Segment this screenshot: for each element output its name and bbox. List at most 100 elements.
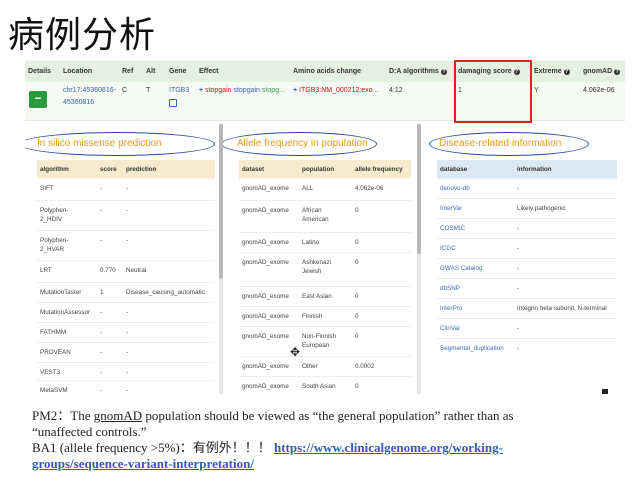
allele-header: dataset population allele frequency xyxy=(239,160,411,178)
move-cursor-icon: ✥ xyxy=(290,345,301,359)
table-row: GWAS Catalog - xyxy=(437,258,617,278)
cell: - xyxy=(126,309,129,316)
db-link[interactable]: Segmental_duplication xyxy=(440,344,504,353)
collapse-button[interactable]: − xyxy=(29,91,47,108)
cell: - xyxy=(126,329,129,336)
cell: Finnish xyxy=(302,313,323,320)
table-row: PROVEAN - - xyxy=(37,342,215,362)
note-text: PM2：The xyxy=(32,408,94,423)
cell: - xyxy=(126,369,129,376)
th-dataset: dataset xyxy=(242,166,265,173)
table-row: ICGC - xyxy=(437,238,617,258)
table-row: MutationAssessor - - xyxy=(37,302,215,322)
external-link-icon[interactable] xyxy=(169,99,177,107)
table-row: SIFT - - xyxy=(37,178,215,200)
cell: 0 xyxy=(355,239,359,246)
cell: FATHMM xyxy=(40,329,67,336)
col-da-label: D:A algorithms xyxy=(389,68,439,75)
cell: Latino xyxy=(302,239,320,246)
expand-plus-icon[interactable]: + xyxy=(293,87,297,94)
location-link-2[interactable]: 45360816 xyxy=(63,99,94,106)
table-row: denovo-db - xyxy=(437,178,617,198)
note-link-cont: groups/sequence-variant-interpretation/ xyxy=(32,456,622,472)
alt-value: T xyxy=(146,87,151,94)
th-allele-frequency: allele frequency xyxy=(355,166,403,173)
extreme-value: Y xyxy=(534,87,539,94)
table-row: gnomAD_exome ALL 4.062e-06 xyxy=(239,178,411,200)
col-details: Details xyxy=(28,68,51,75)
table-row: InterVar Likely pathogenic xyxy=(437,198,617,218)
cell: - xyxy=(100,185,103,192)
cell: - xyxy=(126,185,129,192)
cell: - xyxy=(100,309,103,316)
cell: gnomAD_exome xyxy=(242,185,289,192)
cell: East Asian xyxy=(302,293,332,300)
db-link[interactable]: InterPro xyxy=(440,304,462,313)
variant-row: − chr17:45360816- 45360816 C T ITGB3 + s… xyxy=(25,82,625,121)
th-information: information xyxy=(517,166,552,173)
cell: - xyxy=(517,325,520,332)
table-row: Segmental_duplication - xyxy=(437,338,617,360)
cell: Polyphen- 2_HDIV xyxy=(40,207,69,223)
allele-table: dataset population allele frequency gnom… xyxy=(239,160,411,398)
insilico-scroll-thumb[interactable] xyxy=(219,124,223,279)
table-row: FATHMM - - xyxy=(37,322,215,342)
table-row: gnomAD_exome East Asian 0 xyxy=(239,286,411,306)
th-score: score xyxy=(100,166,117,173)
cell: 0 xyxy=(355,293,359,300)
amino-text: ITGB3:NM_000212:exo... xyxy=(299,87,379,94)
note-pm2: PM2：The gnomAD population should be view… xyxy=(32,408,622,424)
expand-plus-icon[interactable]: + xyxy=(199,87,203,94)
cell: 0 xyxy=(355,313,359,320)
table-row: VEST3 - - xyxy=(37,362,215,380)
gene-link[interactable]: ITGB3 xyxy=(169,87,189,94)
insilico-table: algorithm score prediction SIFT - - Poly… xyxy=(37,160,215,398)
info-icon[interactable]: ? xyxy=(614,69,621,75)
cell: South Asian xyxy=(302,383,336,390)
col-extreme-label: Extreme xyxy=(534,68,562,75)
info-icon[interactable]: ? xyxy=(563,69,570,75)
cell: 0.0002 xyxy=(355,363,375,370)
cell: 0 xyxy=(355,259,359,266)
cell: - xyxy=(126,349,129,356)
variant-panel: Details Location Ref Alt Gene Effect Ami… xyxy=(25,58,625,398)
cell: gnomAD_exome xyxy=(242,207,289,214)
col-alt: Alt xyxy=(146,68,156,75)
cell: - xyxy=(517,185,520,192)
insilico-header: algorithm score prediction xyxy=(37,160,215,178)
location-link[interactable]: chr17:45360816- xyxy=(63,87,116,94)
db-link[interactable]: COSMIC xyxy=(440,224,465,233)
col-gnomad-label: gnomAD xyxy=(583,68,613,75)
cell: 0 xyxy=(355,383,359,390)
cell: - xyxy=(126,387,129,394)
table-row: gnomAD_exome Non-Finnish European 0 xyxy=(239,326,411,356)
cell: ALL xyxy=(302,185,314,192)
cell: PROVEAN xyxy=(40,349,71,356)
cell: MetaSVM xyxy=(40,387,68,394)
table-row: COSMIC - xyxy=(437,218,617,238)
effect-text-2: stopgain xyxy=(233,87,260,94)
cell: - xyxy=(517,245,520,252)
allele-scroll-thumb[interactable] xyxy=(417,124,421,254)
cell: 4.062e-06 xyxy=(355,185,384,192)
cell: gnomAD_exome xyxy=(242,383,289,390)
db-link[interactable]: ClinVar xyxy=(440,324,460,333)
cell: - xyxy=(100,369,103,376)
cell: Integrin beta subunit, N-terminal xyxy=(517,305,607,312)
col-da: D:A algorithms ? xyxy=(389,68,447,75)
info-icon[interactable]: ? xyxy=(440,69,447,75)
table-row: Polyphen- 2_HVAR - - xyxy=(37,230,215,260)
disease-label: Disease-related information xyxy=(439,138,562,149)
col-gnomad: gnomAD ? xyxy=(583,68,621,75)
db-link[interactable]: denovo-db xyxy=(440,184,470,193)
disease-table: database information denovo-db - InterVa… xyxy=(437,160,617,360)
table-row: gnomAD_exome Ashkenazi Jewish 0 xyxy=(239,252,411,286)
db-link[interactable]: ICGC xyxy=(440,244,456,253)
db-link[interactable]: GWAS Catalog xyxy=(440,264,482,273)
db-link[interactable]: dbSNP xyxy=(440,284,460,293)
db-link[interactable]: InterVar xyxy=(440,204,462,213)
clingen-link-cont[interactable]: groups/sequence-variant-interpretation/ xyxy=(32,456,254,471)
cell: - xyxy=(100,387,103,394)
clingen-link[interactable]: https://www.clinicalgenome.org/working- xyxy=(274,440,503,455)
cell: - xyxy=(517,225,520,232)
